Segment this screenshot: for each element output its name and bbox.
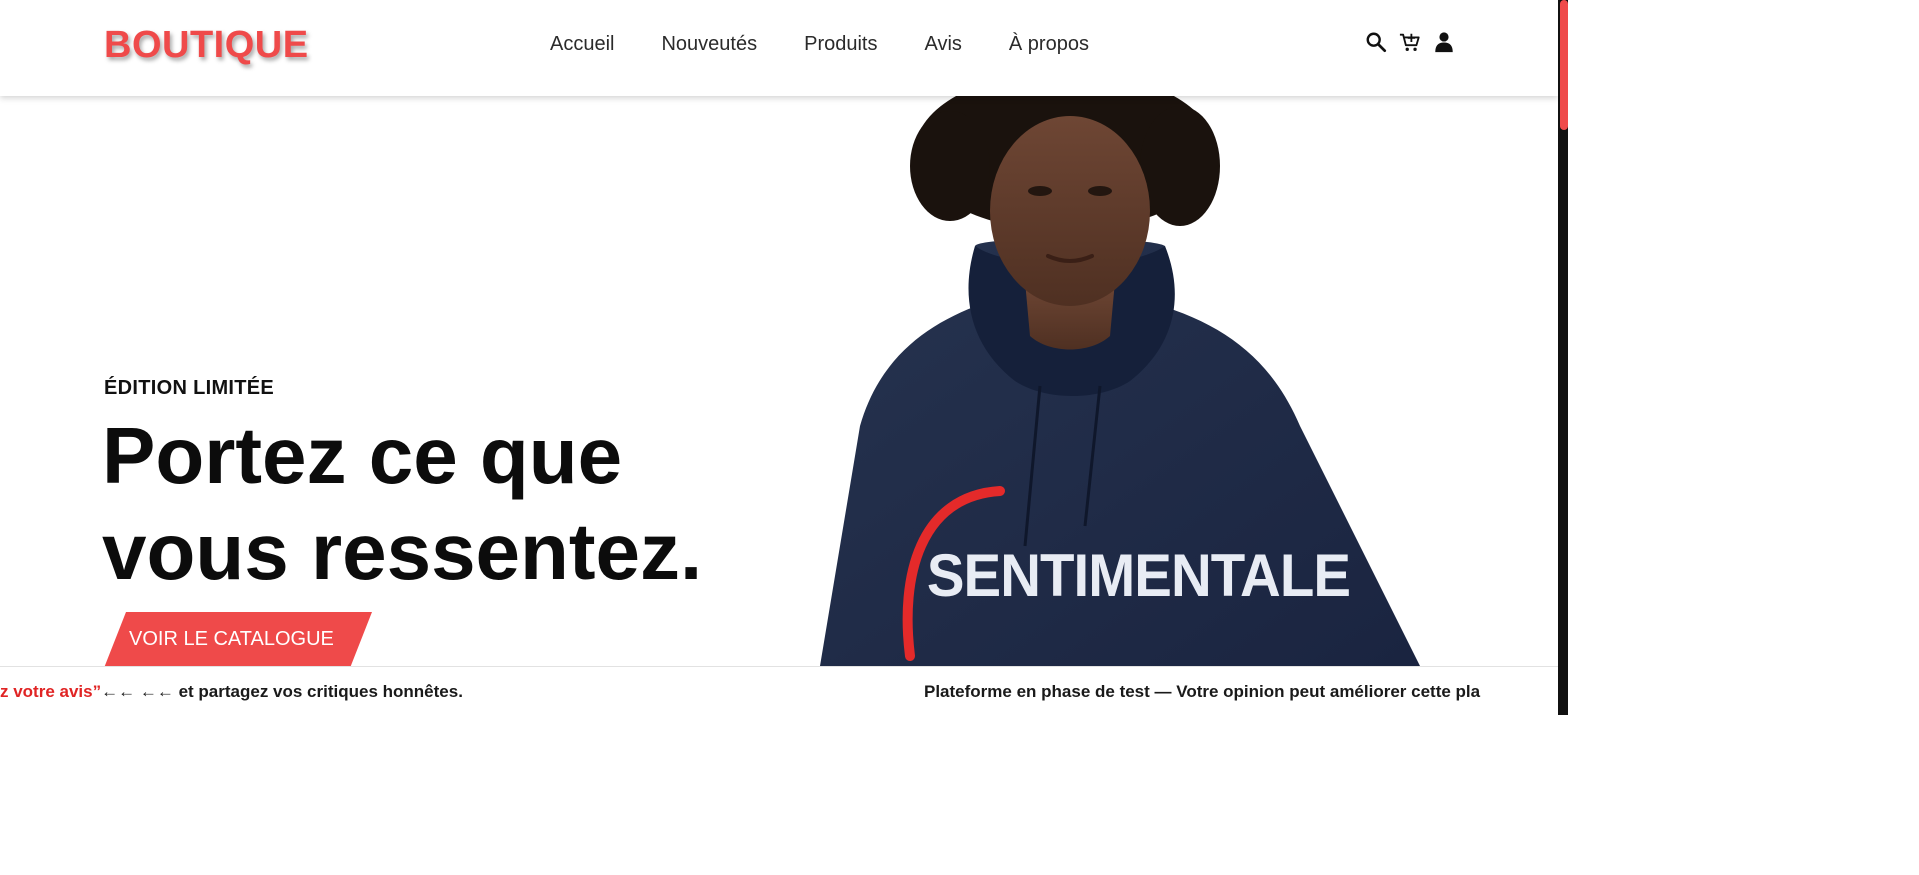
catalog-button-label: VOIR LE CATALOGUE: [129, 628, 334, 650]
nav-link-avis[interactable]: Avis: [924, 33, 961, 56]
nav-link-accueil[interactable]: Accueil: [550, 33, 614, 56]
ticker-text-1: et partagez vos critiques honnêtes.: [173, 682, 463, 701]
header-actions: [1365, 30, 1455, 54]
hero-image: SENTIMENTALE: [820, 96, 1420, 666]
ticker-arrows: ←← ←←: [101, 682, 174, 701]
scrollbar-thumb[interactable]: [1560, 0, 1568, 130]
user-icon[interactable]: [1433, 30, 1455, 54]
search-icon[interactable]: [1365, 30, 1387, 54]
ticker-highlight: z votre avis”: [0, 682, 102, 701]
hero-kicker: ÉDITION LIMITÉE: [104, 377, 275, 399]
nav-link-a-propos[interactable]: À propos: [1009, 33, 1089, 56]
cart-icon[interactable]: [1399, 30, 1421, 54]
main-nav: Accueil Nouveutés Produits Avis À propos: [550, 33, 1089, 56]
hero-title-line-2: vous ressentez.: [102, 507, 703, 596]
nav-link-nouveautes[interactable]: Nouveutés: [661, 33, 757, 56]
nav-link-produits[interactable]: Produits: [804, 33, 877, 56]
hero-title: Portez ce que vous ressentez.: [102, 408, 822, 600]
ticker-segment-2: Plateforme en phase de test — Votre opin…: [924, 682, 1481, 701]
brand-logo[interactable]: BOUTIQUE: [104, 24, 309, 67]
catalog-button[interactable]: VOIR LE CATALOGUE: [104, 612, 372, 668]
ticker-segment-1: z votre avis”←← ←← et partagez vos criti…: [0, 682, 463, 702]
hero-title-line-1: Portez ce que: [102, 411, 623, 500]
face-shape: [990, 116, 1150, 306]
review-ticker: z votre avis”←← ←← et partagez vos criti…: [0, 666, 1558, 716]
site-header: BOUTIQUE Accueil Nouveutés Produits Avis…: [0, 0, 1558, 96]
page-scrollbar[interactable]: [1558, 0, 1568, 715]
hoodie-print-text: SENTIMENTALE: [927, 542, 1350, 609]
